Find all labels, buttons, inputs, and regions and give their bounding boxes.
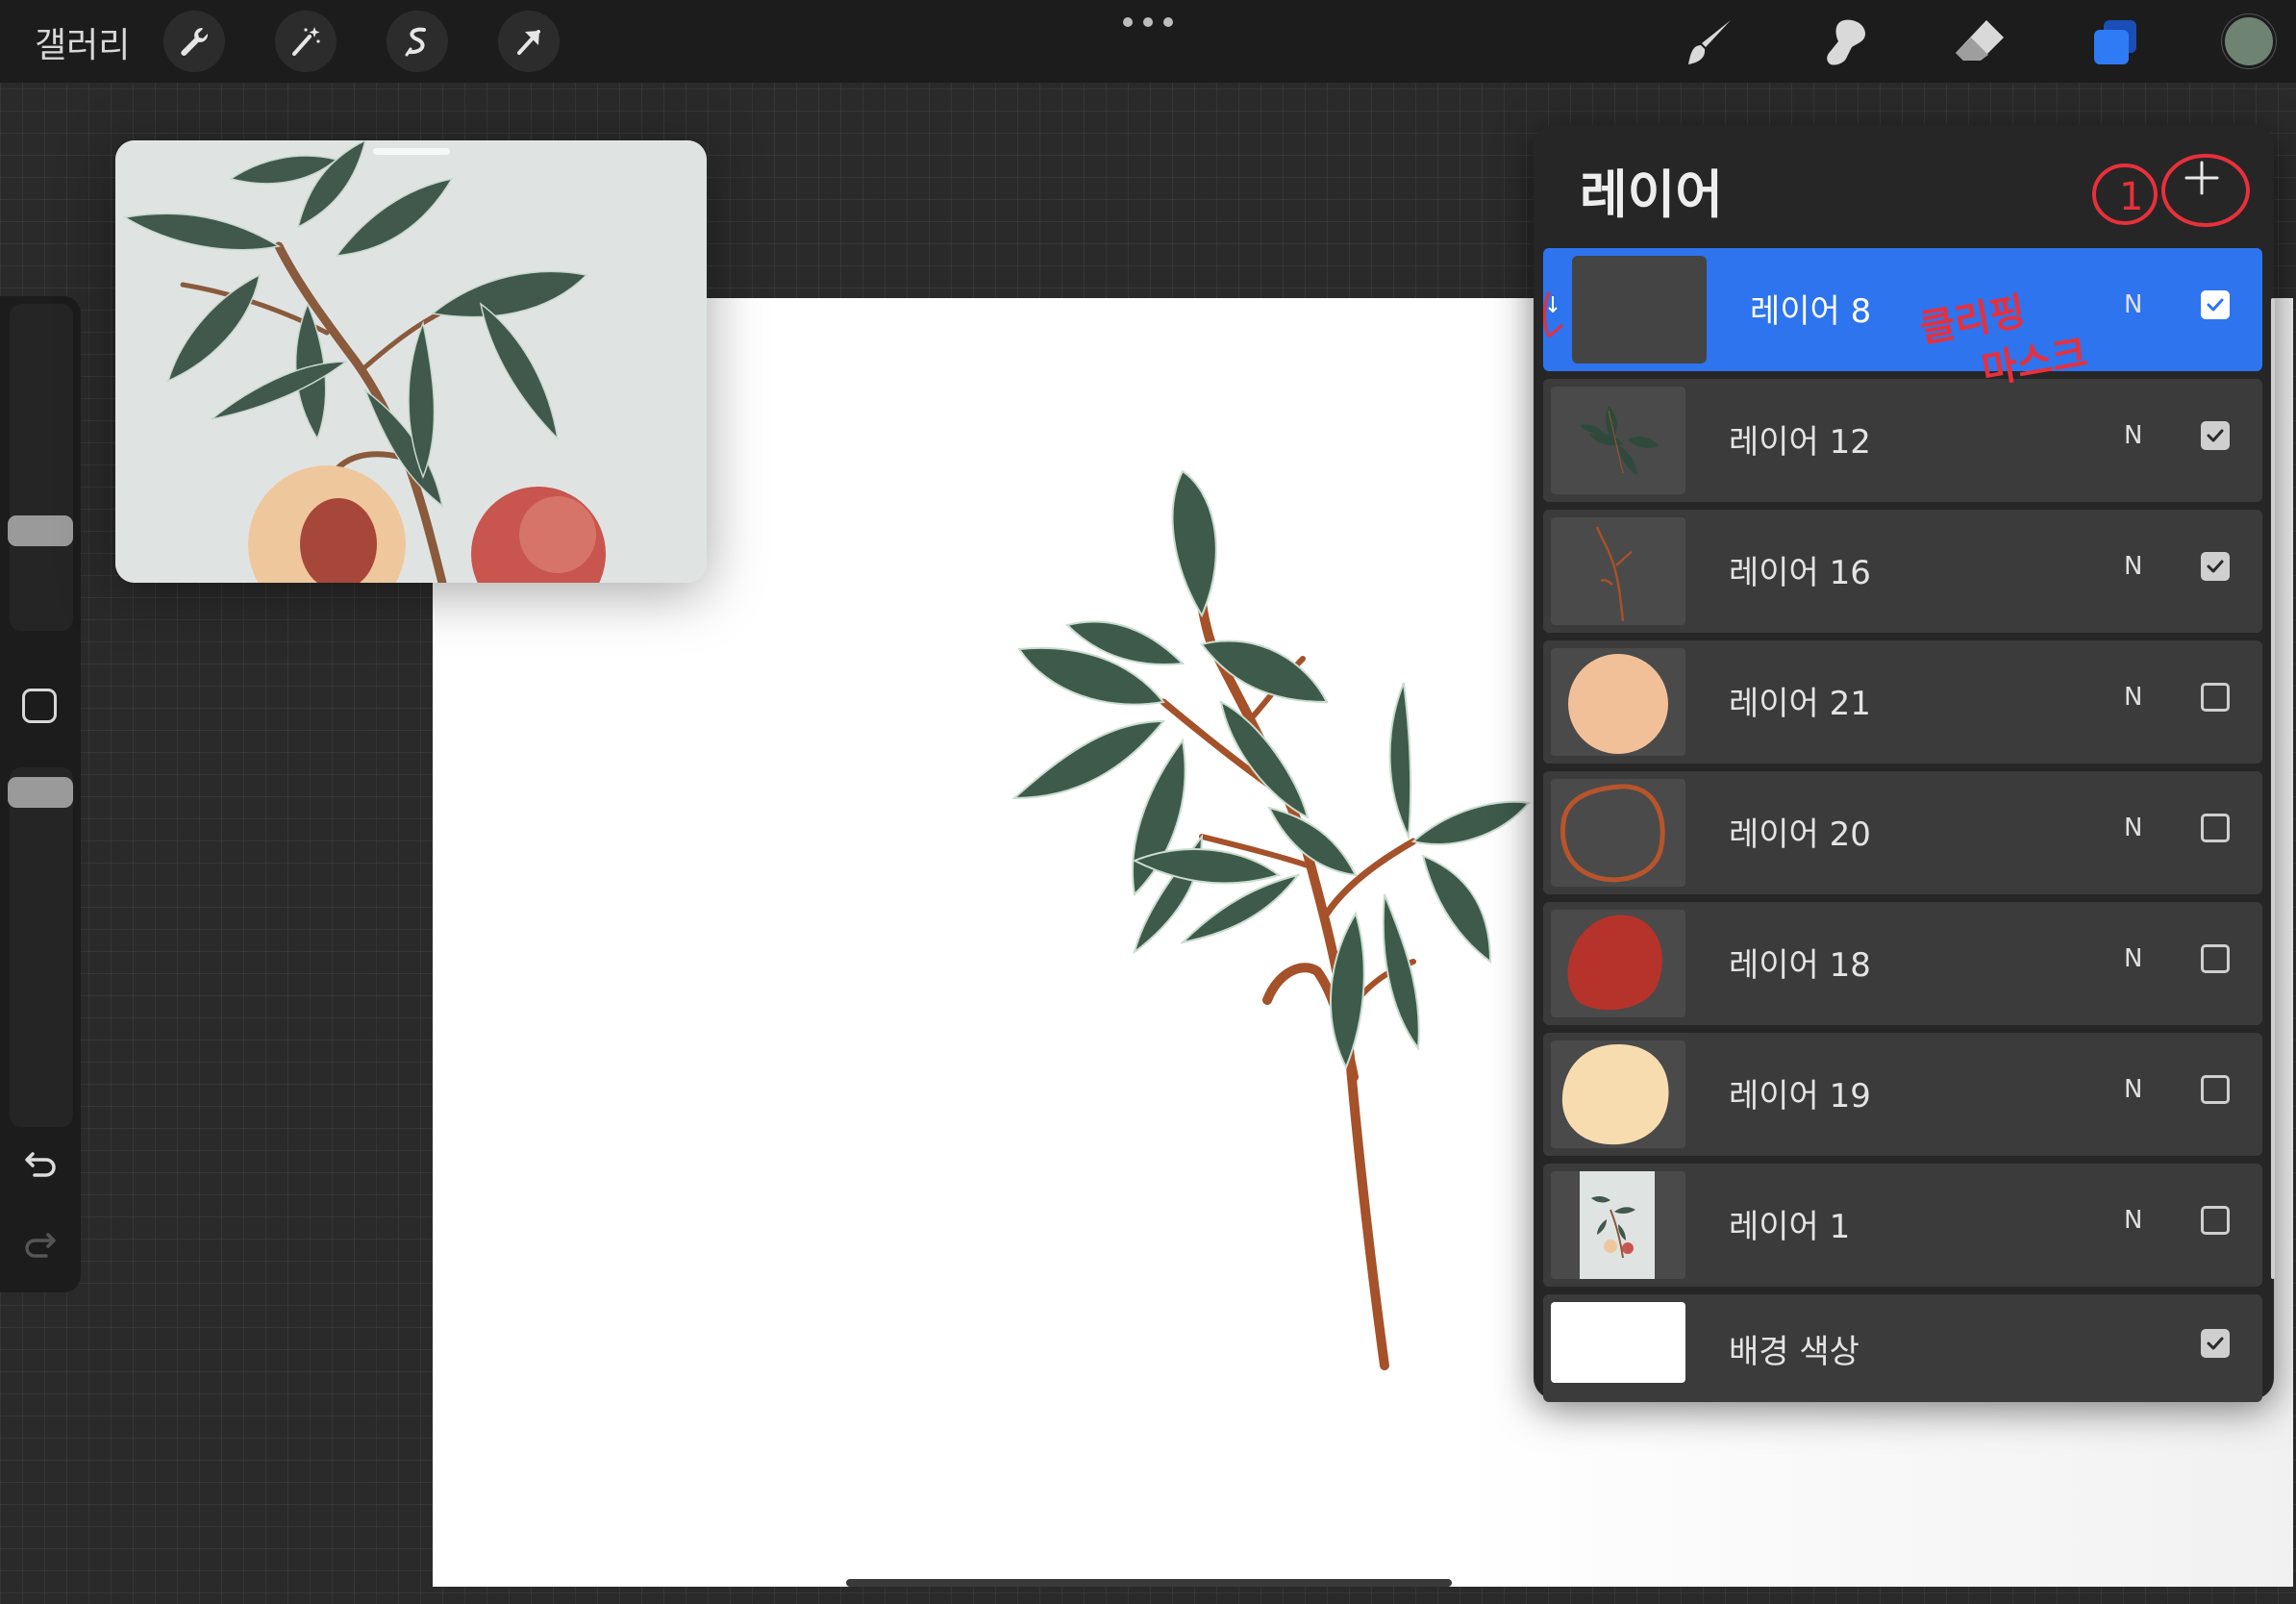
transform-button[interactable] xyxy=(498,11,560,72)
visibility-checkbox[interactable] xyxy=(2201,290,2230,319)
smudge-icon xyxy=(1827,19,1865,65)
layer-row[interactable]: 레이어 16 N xyxy=(1543,510,2262,633)
layer-name: 레이어 12 xyxy=(1729,423,1871,462)
background-visibility-checkbox[interactable] xyxy=(2201,1329,2230,1358)
wrench-icon xyxy=(181,28,209,56)
visibility-checkbox[interactable] xyxy=(2201,944,2230,973)
visibility-checkbox[interactable] xyxy=(2201,421,2230,450)
magic-wand-icon xyxy=(292,27,320,56)
blend-mode-button[interactable]: N xyxy=(2124,944,2142,973)
redo-icon xyxy=(25,1233,56,1258)
layer-thumbnail[interactable] xyxy=(1551,387,1685,494)
layer-row[interactable]: 레이어 19 N xyxy=(1543,1033,2262,1156)
visibility-checkbox[interactable] xyxy=(2201,1075,2230,1104)
layers-button[interactable] xyxy=(2084,13,2144,71)
layer-row[interactable]: 레이어 18 N xyxy=(1543,902,2262,1025)
adjustments-button[interactable] xyxy=(275,11,337,72)
visibility-checkbox[interactable] xyxy=(2201,683,2230,712)
layer-thumbnail[interactable] xyxy=(1551,1171,1685,1279)
blend-mode-button[interactable]: N xyxy=(2124,1075,2142,1104)
blend-mode-button[interactable]: N xyxy=(2124,421,2142,450)
undo-icon xyxy=(25,1152,56,1177)
opacity-thumb[interactable] xyxy=(8,777,73,808)
visibility-checkbox[interactable] xyxy=(2201,1206,2230,1235)
layer-thumbnail[interactable] xyxy=(1551,910,1685,1017)
svg-text:1: 1 xyxy=(2119,175,2143,219)
layer-thumbnail[interactable] xyxy=(1572,256,1707,363)
layer-name: 레이어 18 xyxy=(1729,946,1871,985)
visibility-checkbox[interactable] xyxy=(2201,552,2230,581)
eraser-button[interactable] xyxy=(1950,13,2009,71)
layer-row[interactable]: 레이어 1 N xyxy=(1543,1164,2262,1287)
layer-thumbnail[interactable] xyxy=(1551,1040,1685,1148)
reference-window[interactable] xyxy=(115,140,707,583)
blend-mode-button[interactable]: N xyxy=(2124,1206,2142,1235)
clipping-arrow-icon xyxy=(1543,291,1563,338)
layer-thumbnail[interactable] xyxy=(1551,648,1685,756)
layer-name: 레이어 8 xyxy=(1750,292,1872,331)
transform-arrow-icon xyxy=(517,30,540,55)
layer-row[interactable]: 레이어 12 N xyxy=(1543,379,2262,502)
undo-button[interactable] xyxy=(19,1140,62,1183)
color-picker-button[interactable] xyxy=(2222,14,2276,68)
layers-title: 레이어 xyxy=(1580,164,1724,225)
layer-row[interactable]: 레이어 8 N xyxy=(1543,248,2262,371)
layers-icon xyxy=(2094,20,2136,64)
more-options-icon[interactable] xyxy=(1123,13,1173,31)
layer-thumbnail[interactable] xyxy=(1551,517,1685,625)
layer-thumbnail[interactable] xyxy=(1551,779,1685,887)
brush-size-thumb[interactable] xyxy=(8,515,73,546)
actions-button[interactable] xyxy=(163,11,225,72)
layer-name: 레이어 16 xyxy=(1729,554,1871,592)
gallery-button[interactable]: 갤러리 xyxy=(35,17,130,67)
add-layer-button[interactable] xyxy=(2178,154,2226,202)
layer-list: 레이어 8 N 레이어 12 N 레이어 16 N 레이어 21 N 레이어 20 N 레이어 18… xyxy=(1543,248,2262,1410)
annotation-circle-icon: 1 xyxy=(2092,154,2250,227)
layers-panel: 레이어 1 레이어 8 N 레이어 12 N 레이어 16 N 레이어 21 N 레이어 20 N… xyxy=(1534,125,2274,1402)
layer-name: 레이어 1 xyxy=(1729,1208,1851,1246)
layers-scrollbar[interactable] xyxy=(2271,298,2275,1279)
left-sidebar xyxy=(0,296,81,1292)
blend-mode-button[interactable]: N xyxy=(2124,290,2142,319)
redo-button[interactable] xyxy=(19,1221,62,1264)
layer-name: 레이어 20 xyxy=(1729,815,1871,854)
selection-button[interactable] xyxy=(387,11,448,72)
layer-row[interactable]: 레이어 21 N xyxy=(1543,640,2262,764)
reference-photo xyxy=(115,140,707,583)
eraser-icon xyxy=(1956,20,2004,61)
modify-button[interactable] xyxy=(22,689,57,723)
reference-drag-handle[interactable] xyxy=(373,148,450,155)
layer-name: 레이어 21 xyxy=(1729,685,1871,723)
opacity-slider[interactable] xyxy=(8,767,73,1127)
smudge-button[interactable] xyxy=(1815,13,1875,71)
plus-icon xyxy=(2184,161,2219,195)
visibility-checkbox[interactable] xyxy=(2201,814,2230,842)
top-toolbar: 갤러리 xyxy=(0,0,2296,83)
layer-row[interactable]: 레이어 20 N xyxy=(1543,771,2262,894)
background-color-row[interactable]: 배경 색상 xyxy=(1543,1294,2262,1402)
blend-mode-button[interactable]: N xyxy=(2124,814,2142,842)
brush-button[interactable] xyxy=(1681,13,1740,71)
background-color-swatch[interactable] xyxy=(1551,1302,1685,1383)
layer-name: 레이어 19 xyxy=(1729,1077,1871,1115)
blend-mode-button[interactable]: N xyxy=(2124,683,2142,712)
blend-mode-button[interactable]: N xyxy=(2124,552,2142,581)
background-label: 배경 색상 xyxy=(1729,1333,1859,1371)
canvas-scrollbar[interactable] xyxy=(846,1579,1452,1587)
brush-icon xyxy=(1688,20,1731,64)
brush-size-slider[interactable] xyxy=(8,304,73,631)
selection-icon xyxy=(405,27,426,57)
